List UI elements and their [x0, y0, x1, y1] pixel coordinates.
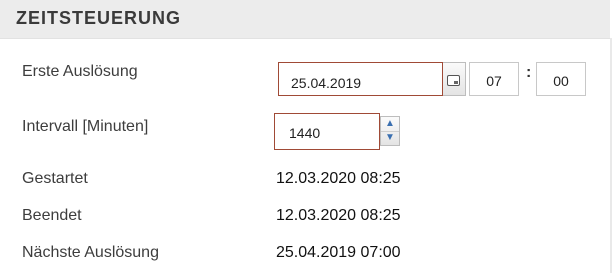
calendar-button[interactable]	[443, 62, 466, 96]
interval-spinner[interactable]: ▲ ▼	[380, 116, 400, 146]
interval-label: Intervall [Minuten]	[22, 118, 149, 135]
started-label: Gestartet	[22, 170, 88, 187]
next-trigger-label: Nächste Auslösung	[22, 244, 159, 261]
ended-value: 12.03.2020 08:25	[276, 207, 401, 224]
ended-label: Beendet	[22, 207, 82, 224]
next-trigger-value: 25.04.2019 07:00	[276, 244, 401, 261]
started-value: 12.03.2020 08:25	[276, 170, 401, 187]
section-title: ZEITSTEUERUNG	[16, 8, 182, 28]
first-trigger-label: Erste Auslösung	[22, 63, 138, 80]
first-trigger-minute-input[interactable]: 00	[536, 62, 586, 96]
calendar-icon	[447, 75, 460, 86]
first-trigger-date-input[interactable]: 25.04.2019	[278, 62, 443, 96]
spin-down-icon[interactable]: ▼	[381, 131, 399, 145]
section-header: ZEITSTEUERUNG	[0, 0, 610, 39]
time-separator: :	[526, 64, 532, 81]
interval-input[interactable]: 1440	[274, 113, 380, 150]
first-trigger-hour-input[interactable]: 07	[469, 62, 519, 96]
spin-up-icon[interactable]: ▲	[381, 117, 399, 132]
